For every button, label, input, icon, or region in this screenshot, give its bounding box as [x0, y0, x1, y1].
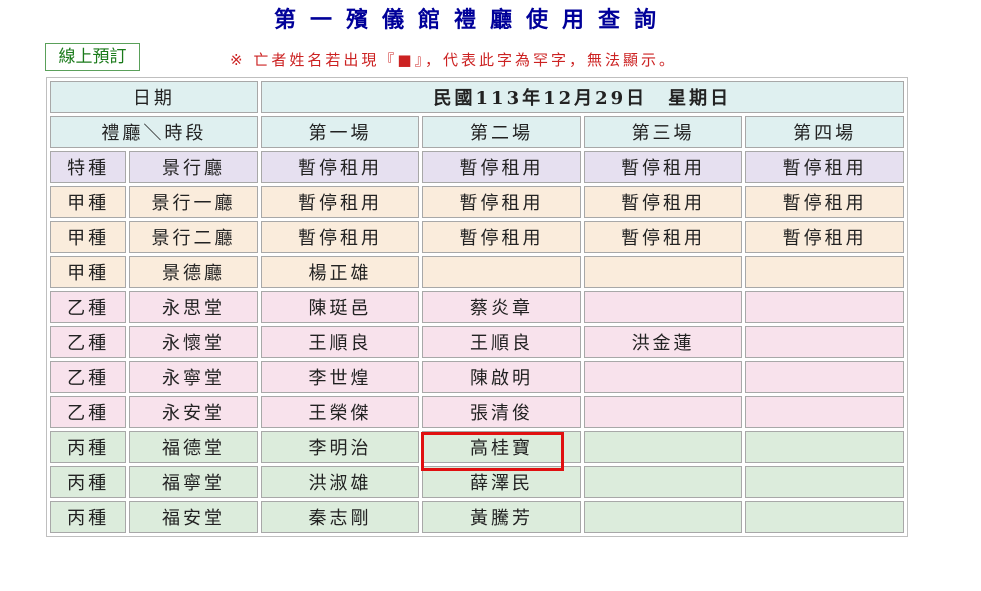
date-header: 日期	[50, 81, 258, 113]
session-cell	[583, 466, 743, 498]
hall-grade: 乙種	[50, 396, 127, 428]
session-cell: 陳啟明	[422, 361, 581, 393]
session-header-row: 禮廳＼時段 第一場 第二場 第三場 第四場	[50, 116, 904, 148]
session-cell: 洪金蓮	[583, 326, 743, 358]
session-cell	[745, 291, 904, 323]
session-header-2: 第二場	[422, 116, 581, 148]
session-cell: 暫停租用	[260, 221, 420, 253]
hall-grade: 乙種	[50, 326, 127, 358]
session-cell: 暫停租用	[745, 151, 904, 183]
table-row: 乙種 永寧堂 李世煌 陳啟明	[50, 361, 904, 393]
session-cell	[583, 396, 743, 428]
session-cell: 暫停租用	[422, 186, 581, 218]
hall-name: 永寧堂	[129, 361, 258, 393]
session-cell: 李明治	[260, 431, 420, 463]
session-cell: 暫停租用	[260, 186, 420, 218]
hall-name: 福德堂	[129, 431, 258, 463]
hall-name: 景行廳	[129, 151, 258, 183]
page-title: 第一殯儀館禮廳使用查詢	[273, 7, 670, 33]
session-cell	[745, 256, 904, 288]
table-row: 乙種 永懷堂 王順良 王順良 洪金蓮	[50, 326, 904, 358]
session-cell	[745, 466, 904, 498]
hall-name: 福寧堂	[129, 466, 258, 498]
session-cell: 陳珽邑	[260, 291, 420, 323]
session-cell: 暫停租用	[260, 151, 420, 183]
table-row: 甲種 景行二廳 暫停租用 暫停租用 暫停租用 暫停租用	[50, 221, 904, 253]
table-row: 甲種 景行一廳 暫停租用 暫停租用 暫停租用 暫停租用	[50, 186, 904, 218]
session-cell	[745, 361, 904, 393]
online-booking-button[interactable]: 線上預訂	[45, 43, 140, 71]
session-cell: 張清俊	[422, 396, 581, 428]
session-cell	[583, 291, 743, 323]
session-cell: 王順良	[422, 326, 581, 358]
session-cell: 暫停租用	[583, 221, 743, 253]
table-row: 丙種 福安堂 秦志剛 黃騰芳	[50, 501, 904, 533]
session-cell	[583, 431, 743, 463]
session-cell	[583, 501, 743, 533]
session-cell: 暫停租用	[422, 221, 581, 253]
session-cell	[583, 361, 743, 393]
session-cell: 黃騰芳	[422, 501, 581, 533]
hall-name: 景行一廳	[129, 186, 258, 218]
table-row: 丙種 福寧堂 洪淑雄 薛澤民	[50, 466, 904, 498]
session-cell	[422, 256, 581, 288]
session-cell: 洪淑雄	[260, 466, 420, 498]
hall-grade: 甲種	[50, 256, 127, 288]
hall-grade: 丙種	[50, 431, 127, 463]
session-cell	[745, 396, 904, 428]
session-header-4: 第四場	[745, 116, 904, 148]
hall-grade: 丙種	[50, 501, 127, 533]
rare-character-notice: ※ 亡者姓名若出現『■』，代表此字為罕字，無法顯示。	[230, 51, 678, 69]
hall-name: 景德廳	[129, 256, 258, 288]
session-cell: 暫停租用	[422, 151, 581, 183]
session-cell	[745, 501, 904, 533]
hall-grade: 乙種	[50, 291, 127, 323]
session-cell: 暫停租用	[583, 186, 743, 218]
hall-name: 福安堂	[129, 501, 258, 533]
hall-name: 永懷堂	[129, 326, 258, 358]
session-cell: 暫停租用	[583, 151, 743, 183]
table-row: 甲種 景德廳 楊正雄	[50, 256, 904, 288]
table-row: 特種 景行廳 暫停租用 暫停租用 暫停租用 暫停租用	[50, 151, 904, 183]
session-cell: 王榮傑	[260, 396, 420, 428]
hall-session-header: 禮廳＼時段	[50, 116, 258, 148]
hall-schedule-table: 日期 民國113年12月29日 星期日 禮廳＼時段 第一場 第二場 第三場 第四…	[46, 77, 908, 537]
session-cell: 暫停租用	[745, 186, 904, 218]
hall-grade: 乙種	[50, 361, 127, 393]
session-cell: 王順良	[260, 326, 420, 358]
session-cell: 暫停租用	[745, 221, 904, 253]
session-cell: 秦志剛	[260, 501, 420, 533]
hall-grade: 甲種	[50, 221, 127, 253]
date-value: 民國113年12月29日 星期日	[260, 81, 904, 113]
table-row: 丙種 福德堂 李明治 高桂寶	[50, 431, 904, 463]
session-header-1: 第一場	[260, 116, 420, 148]
hall-name: 景行二廳	[129, 221, 258, 253]
hall-name: 永安堂	[129, 396, 258, 428]
hall-name: 永思堂	[129, 291, 258, 323]
session-cell: 楊正雄	[260, 256, 420, 288]
session-header-3: 第三場	[583, 116, 743, 148]
table-row: 乙種 永安堂 王榮傑 張清俊	[50, 396, 904, 428]
date-row: 日期 民國113年12月29日 星期日	[50, 81, 904, 113]
session-cell	[745, 431, 904, 463]
session-cell: 蔡炎章	[422, 291, 581, 323]
session-cell: 李世煌	[260, 361, 420, 393]
hall-grade: 甲種	[50, 186, 127, 218]
table-row: 乙種 永思堂 陳珽邑 蔡炎章	[50, 291, 904, 323]
hall-grade: 丙種	[50, 466, 127, 498]
session-cell	[583, 256, 743, 288]
session-cell-highlighted: 高桂寶	[422, 431, 581, 463]
session-cell	[745, 326, 904, 358]
session-cell: 薛澤民	[422, 466, 581, 498]
hall-grade: 特種	[50, 151, 127, 183]
